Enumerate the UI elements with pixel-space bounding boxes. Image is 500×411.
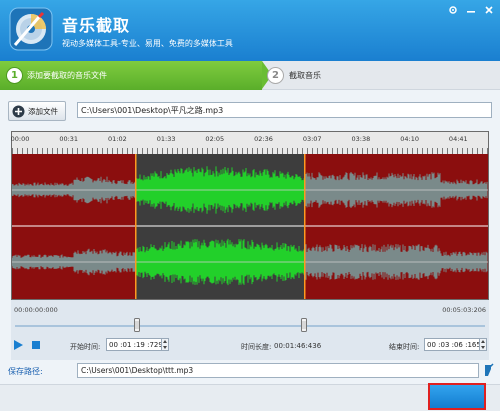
- duration-value: 00:01:46:436: [274, 342, 322, 350]
- timeline-tick-label: 03:07: [302, 135, 322, 143]
- start-cut-button[interactable]: [428, 383, 486, 410]
- start-handle[interactable]: [134, 318, 141, 332]
- start-time-spinner[interactable]: [161, 338, 169, 351]
- timeline-ruler[interactable]: 00:00 00:31 01:02 01:33 02:05 02:36 03:07 03:38…: [10, 132, 488, 154]
- save-path-field[interactable]: C:\Users\001\Desktop\ttt.mp3: [77, 363, 479, 378]
- source-file-path-field[interactable]: C:\Users\001\Desktop\平凡之路.mp3: [77, 102, 492, 118]
- step-cut-music[interactable]: 截取音乐: [289, 70, 321, 81]
- end-time-label: 结束时间:: [389, 343, 420, 351]
- close-icon[interactable]: [482, 4, 496, 16]
- step-add-file[interactable]: 1 添加要截取的音乐文件: [0, 61, 262, 90]
- browse-folder-icon[interactable]: [482, 363, 494, 378]
- timeline-tick-label: 04:10: [400, 135, 419, 143]
- start-time-input[interactable]: 00 :01 :19 :729: [106, 338, 163, 351]
- play-icon[interactable]: [12, 339, 24, 351]
- plus-icon: [12, 105, 25, 117]
- app-subtitle: 视动多媒体工具-专业、易用、免费的多媒体工具: [62, 39, 233, 48]
- add-file-button[interactable]: 添加文件: [8, 101, 66, 121]
- add-file-label: 添加文件: [28, 106, 58, 116]
- step-number: 2: [267, 67, 284, 84]
- step-label: 添加要截取的音乐文件: [27, 71, 107, 80]
- settings-icon[interactable]: [446, 4, 460, 16]
- cd-disc-icon: [9, 7, 53, 51]
- step-number: 1: [6, 67, 23, 84]
- end-time-input[interactable]: 00 :03 :06 :165: [424, 338, 481, 351]
- save-path-label: 保存路径:: [8, 367, 43, 376]
- app-header: 音乐截取 视动多媒体工具-专业、易用、免费的多媒体工具: [0, 0, 500, 61]
- waveform-panel[interactable]: 00:00 00:31 01:02 01:33 02:05 02:36 03:07 03:38…: [11, 131, 489, 300]
- end-handle[interactable]: [301, 318, 308, 332]
- window-controls: [446, 4, 496, 16]
- timeline-tick-label: 00:00: [10, 135, 30, 143]
- timeline-tick-label: 01:33: [156, 135, 176, 143]
- steps-bar: 1 添加要截取的音乐文件 2 截取音乐: [0, 61, 500, 90]
- range-slider-track[interactable]: [15, 325, 485, 327]
- timeline-tick-label: 00:31: [59, 135, 79, 143]
- timeline-tick-label: 02:05: [205, 135, 225, 143]
- timeline-tick-label: 04:41: [448, 135, 468, 143]
- timeline-tick-label: 03:38: [351, 135, 371, 143]
- app-title: 音乐截取: [62, 16, 131, 35]
- duration-label: 时间长度:: [241, 343, 272, 351]
- end-time-spinner[interactable]: [479, 338, 487, 351]
- minimize-icon[interactable]: [464, 4, 478, 16]
- timeline-tick-label: 02:36: [254, 135, 273, 143]
- waveform-graphic: [12, 154, 488, 299]
- stop-icon[interactable]: [30, 339, 42, 351]
- timeline-tick-label: 01:02: [108, 135, 127, 143]
- start-time-label: 开始时间:: [70, 343, 101, 351]
- track-start-time: 00:00:00:000: [14, 306, 58, 314]
- track-end-time: 00:05:03:206: [442, 306, 486, 314]
- waveform-area[interactable]: [12, 154, 488, 299]
- bottom-bar: [0, 384, 500, 411]
- playback-controls: 开始时间: 00 :01 :19 :729 时间长度: 00:01:46:436…: [11, 336, 489, 356]
